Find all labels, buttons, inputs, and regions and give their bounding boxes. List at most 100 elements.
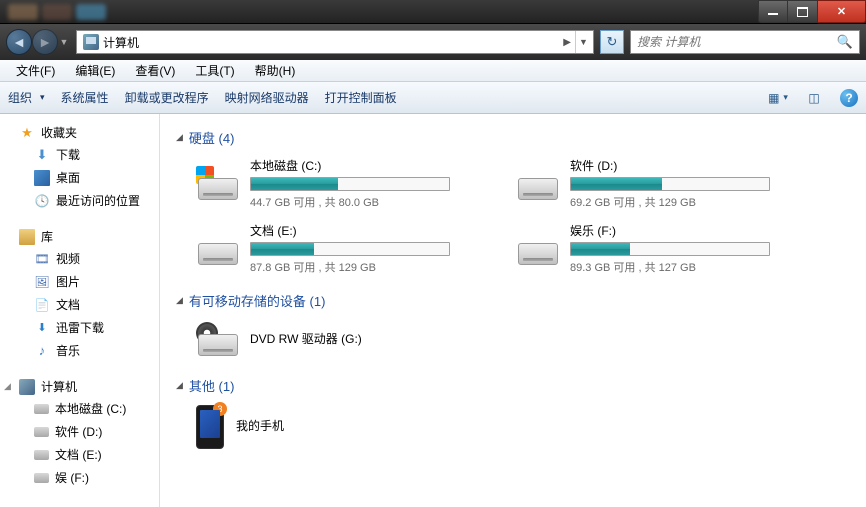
sidebar-item-label: 桌面 — [56, 169, 80, 186]
collapse-icon: ◢ — [4, 381, 13, 392]
menu-edit[interactable]: 编辑(E) — [65, 59, 125, 82]
help-icon[interactable]: ? — [840, 89, 858, 107]
search-input[interactable] — [637, 35, 837, 49]
sidebar-libraries-header[interactable]: 库 — [0, 226, 159, 247]
preview-pane-button[interactable]: ◫ — [804, 88, 824, 108]
drive-item[interactable]: 文档 (E:) 87.8 GB 可用 , 共 129 GB — [196, 222, 486, 275]
sidebar-item-downloads[interactable]: ⬇ 下载 — [0, 143, 159, 166]
toolbar-system-properties[interactable]: 系统属性 — [61, 89, 109, 106]
document-icon — [34, 297, 50, 313]
section-header-other[interactable]: ◢ 其他 (1) — [176, 376, 850, 395]
sidebar-drive-f[interactable]: 娱 (F:) — [0, 466, 159, 489]
window-minimize-button[interactable] — [758, 0, 788, 23]
collapse-icon: ◢ — [176, 132, 183, 143]
removable-device-item[interactable]: DVD DVD RW 驱动器 (G:) — [196, 320, 486, 360]
drive-usage-bar — [570, 242, 770, 256]
sidebar-item-label: 软件 (D:) — [55, 423, 102, 440]
sidebar-favorites-label: 收藏夹 — [41, 124, 77, 141]
drive-usage-bar — [250, 177, 450, 191]
drive-info: 文档 (E:) 87.8 GB 可用 , 共 129 GB — [250, 222, 486, 275]
menu-view[interactable]: 查看(V) — [125, 59, 185, 82]
recent-icon — [34, 193, 50, 209]
sidebar-item-music[interactable]: 音乐 — [0, 339, 159, 362]
drive-item[interactable]: 软件 (D:) 69.2 GB 可用 , 共 129 GB — [516, 157, 806, 210]
sidebar-libraries-label: 库 — [41, 228, 53, 245]
removable-device-list: DVD DVD RW 驱动器 (G:) — [176, 320, 850, 360]
command-toolbar: 组织 系统属性 卸载或更改程序 映射网络驱动器 打开控制面板 ▦ ◫ ? — [0, 82, 866, 114]
other-device-item[interactable]: 3我的手机 — [196, 405, 284, 449]
star-icon: ★ — [19, 125, 35, 141]
sidebar-item-documents[interactable]: 文档 — [0, 293, 159, 316]
picture-icon — [34, 274, 50, 290]
sidebar-item-label: 本地磁盘 (C:) — [55, 400, 126, 417]
drive-item[interactable]: 本地磁盘 (C:) 44.7 GB 可用 , 共 80.0 GB — [196, 157, 486, 210]
other-device-list: 3我的手机 — [176, 405, 850, 449]
window-close-button[interactable] — [818, 0, 866, 23]
address-dropdown-icon[interactable]: ▼ — [575, 31, 591, 53]
drive-item[interactable]: 娱乐 (F:)89.3 GB 可用 , 共 127 GB — [516, 222, 806, 275]
sidebar-drive-c[interactable]: 本地磁盘 (C:) — [0, 397, 159, 420]
drive-name: 软件 (D:) — [570, 157, 806, 174]
menu-help[interactable]: 帮助(H) — [245, 59, 306, 82]
toolbar-map-network-drive[interactable]: 映射网络驱动器 — [225, 89, 309, 106]
sidebar-item-thunder[interactable]: 迅雷下载 — [0, 316, 159, 339]
menu-file[interactable]: 文件(F) — [6, 59, 65, 82]
hard-drive-icon — [196, 229, 240, 269]
sidebar-item-label: 迅雷下载 — [56, 319, 104, 336]
search-box[interactable]: 🔍 — [630, 30, 860, 54]
hard-drive-icon — [516, 164, 560, 204]
organize-button[interactable]: 组织 — [8, 89, 45, 106]
drive-usage-text: 44.7 GB 可用 , 共 80.0 GB — [250, 194, 486, 210]
sidebar-item-pictures[interactable]: 图片 — [0, 270, 159, 293]
sidebar-drive-e[interactable]: 文档 (E:) — [0, 443, 159, 466]
drive-icon — [34, 427, 49, 437]
window-maximize-button[interactable] — [788, 0, 818, 23]
drive-icon — [34, 450, 49, 460]
sidebar-item-label: 最近访问的位置 — [56, 192, 140, 209]
sidebar-computer-label: 计算机 — [41, 378, 77, 395]
hard-drive-icon — [196, 164, 240, 204]
search-icon[interactable]: 🔍 — [837, 34, 853, 50]
address-bar[interactable]: 计算机 ▶ ▼ — [76, 30, 594, 54]
breadcrumb-separator-icon[interactable]: ▶ — [559, 37, 575, 48]
toolbar-open-control-panel[interactable]: 打开控制面板 — [325, 89, 397, 106]
drive-usage-text: 87.8 GB 可用 , 共 129 GB — [250, 259, 486, 275]
dvd-drive-icon: DVD — [196, 320, 240, 360]
drive-info: 娱乐 (F:)89.3 GB 可用 , 共 127 GB — [570, 222, 806, 275]
section-header-hdd[interactable]: ◢ 硬盘 (4) — [176, 128, 850, 147]
collapse-icon: ◢ — [176, 380, 183, 391]
sidebar-libraries-group: 库 视频 图片 文档 迅雷下载 音乐 — [0, 226, 159, 362]
sidebar-item-desktop[interactable]: 桌面 — [0, 166, 159, 189]
sidebar-favorites-header[interactable]: ★ 收藏夹 — [0, 122, 159, 143]
titlebar-blur-area — [0, 0, 758, 23]
toolbar-uninstall-programs[interactable]: 卸载或更改程序 — [125, 89, 209, 106]
drive-name: 本地磁盘 (C:) — [250, 157, 486, 174]
view-options-button[interactable]: ▦ — [768, 88, 788, 108]
computer-icon — [19, 379, 35, 395]
navigation-bar: ◄ ► ▼ 计算机 ▶ ▼ ↻ 🔍 — [0, 24, 866, 60]
sidebar-item-label: 下载 — [56, 146, 80, 163]
menu-tools[interactable]: 工具(T) — [185, 59, 244, 82]
sidebar-item-label: 音乐 — [56, 342, 80, 359]
menu-bar: 文件(F) 编辑(E) 查看(V) 工具(T) 帮助(H) — [0, 60, 866, 82]
sidebar-item-videos[interactable]: 视频 — [0, 247, 159, 270]
drive-usage-bar — [570, 177, 770, 191]
nav-back-button[interactable]: ◄ — [6, 29, 32, 55]
drive-name: 文档 (E:) — [250, 222, 486, 239]
sidebar-item-label: 娱 (F:) — [55, 469, 89, 486]
nav-forward-button[interactable]: ► — [32, 29, 58, 55]
thunder-icon — [34, 320, 50, 336]
sidebar-drive-d[interactable]: 软件 (D:) — [0, 420, 159, 443]
sidebar-item-recent[interactable]: 最近访问的位置 — [0, 189, 159, 212]
section-header-removable[interactable]: ◢ 有可移动存储的设备 (1) — [176, 291, 850, 310]
sidebar-computer-header[interactable]: ◢ 计算机 — [0, 376, 159, 397]
nav-arrows: ◄ ► ▼ — [6, 29, 70, 55]
drive-usage-text: 69.2 GB 可用 , 共 129 GB — [570, 194, 806, 210]
drive-info: 软件 (D:) 69.2 GB 可用 , 共 129 GB — [570, 157, 806, 210]
nav-history-dropdown[interactable]: ▼ — [58, 37, 70, 47]
refresh-button[interactable]: ↻ — [600, 30, 624, 54]
drive-icon — [34, 473, 49, 483]
device-name: DVD RW 驱动器 (G:) — [250, 330, 486, 347]
drive-icon — [34, 404, 49, 414]
sidebar-item-label: 视频 — [56, 250, 80, 267]
